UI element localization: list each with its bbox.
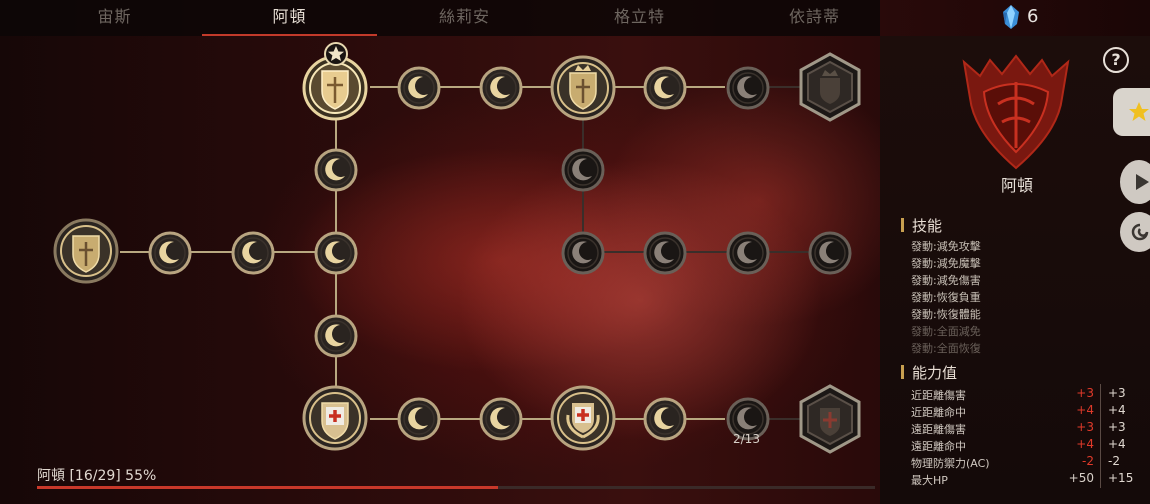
crescent-node-locked[interactable]	[561, 231, 605, 275]
stat-total: +4	[1108, 437, 1126, 451]
king-emblem-node[interactable]	[550, 55, 616, 121]
skill-item-locked: 發動:全面減免	[911, 325, 981, 338]
deity-name: 阿頓	[1000, 176, 1033, 195]
crowned-knight-icon	[550, 55, 616, 121]
skill-item: 發動:減免攻擊	[911, 240, 981, 253]
laurel-cross-icon	[550, 385, 616, 451]
crescent-moon-icon	[643, 397, 687, 441]
crescent-node-unlocked[interactable]	[314, 314, 358, 358]
favorite-star-badge	[324, 42, 348, 66]
skills-heading: 技能	[901, 215, 942, 236]
crescent-moon-icon	[808, 231, 852, 275]
stat-bonus: +50	[1068, 471, 1094, 485]
crescent-moon-icon	[643, 231, 687, 275]
root-shield-node[interactable]	[53, 218, 119, 284]
crescent-node-locked[interactable]	[643, 231, 687, 275]
aton-crest-emblem	[962, 54, 1070, 170]
crescent-moon-icon	[643, 66, 687, 110]
skill-item: 發動:恢復負重	[911, 291, 981, 304]
favorite-tab-button[interactable]	[1113, 88, 1150, 136]
stat-total: +3	[1108, 420, 1126, 434]
skill-item: 發動:減免傷害	[911, 274, 981, 287]
crescent-moon-icon	[314, 314, 358, 358]
locked-cross-icon	[799, 384, 861, 454]
stat-bonus: -2	[1082, 454, 1094, 468]
stat-total: +4	[1108, 403, 1126, 417]
stat-bonus: +3	[1076, 386, 1094, 400]
crescent-node-unlocked[interactable]	[314, 148, 358, 192]
stats-heading: 能力值	[901, 362, 957, 383]
crescent-node-unlocked[interactable]	[231, 231, 275, 275]
crescent-moon-icon	[397, 397, 441, 441]
star-icon	[328, 46, 344, 61]
crescent-moon-icon	[397, 66, 441, 110]
crescent-node-locked[interactable]	[808, 231, 852, 275]
play-icon	[1136, 174, 1149, 190]
crescent-node-locked[interactable]	[726, 231, 770, 275]
stat-total: +3	[1108, 386, 1126, 400]
stat-label: 近距離傷害	[911, 389, 966, 402]
stat-label: 遠距離傷害	[911, 423, 966, 436]
stat-bonus: +3	[1076, 420, 1094, 434]
locked-crown-icon	[799, 52, 861, 122]
progress-track	[37, 486, 875, 489]
stats-divider	[1100, 384, 1101, 488]
tab-ishti[interactable]: 依詩蒂	[727, 0, 902, 36]
crescent-moon-icon	[561, 148, 605, 192]
crescent-moon-icon	[479, 397, 523, 441]
crescent-moon-icon	[148, 231, 192, 275]
deity-tab-bar: 宙斯 阿頓 絲莉安 格立特 依詩蒂	[0, 0, 880, 36]
crescent-moon-icon	[314, 231, 358, 275]
crescent-node-unlocked[interactable]	[314, 231, 358, 275]
star-icon	[1129, 102, 1149, 121]
tab-gerit[interactable]: 格立特	[552, 0, 727, 36]
crescent-node-unlocked[interactable]	[397, 397, 441, 441]
stat-label: 最大HP	[911, 474, 948, 487]
crescent-node-unlocked[interactable]	[479, 397, 523, 441]
swirl-button[interactable]	[1120, 212, 1150, 252]
crescent-moon-icon	[726, 66, 770, 110]
tab-zeus[interactable]: 宙斯	[27, 0, 202, 36]
swirl-icon	[1131, 223, 1149, 241]
crescent-node-unlocked[interactable]	[643, 397, 687, 441]
blue-crystal-icon	[1003, 5, 1019, 29]
crescent-node-unlocked[interactable]	[643, 66, 687, 110]
crescent-moon-icon	[479, 66, 523, 110]
crescent-moon-icon	[231, 231, 275, 275]
stat-label: 物理防禦力(AC)	[911, 457, 990, 470]
crescent-moon-icon	[561, 231, 605, 275]
stat-label: 近距離命中	[911, 406, 966, 419]
skill-point-counter: 2/13	[733, 432, 760, 446]
crescent-node-unlocked[interactable]	[148, 231, 192, 275]
progress-fill	[37, 486, 498, 489]
skill-item: 發動:恢復體能	[911, 308, 981, 321]
stat-label: 遠距離命中	[911, 440, 966, 453]
crescent-node-locked[interactable]	[561, 148, 605, 192]
crescent-node-unlocked[interactable]	[479, 66, 523, 110]
stat-total: +15	[1108, 471, 1134, 485]
crescent-node-locked[interactable]	[726, 66, 770, 110]
crescent-moon-icon	[314, 148, 358, 192]
active-tab-indicator	[202, 34, 377, 36]
tab-sirian[interactable]: 絲莉安	[377, 0, 552, 36]
crescent-moon-icon	[726, 231, 770, 275]
medic-cross-icon	[302, 385, 368, 451]
stat-bonus: +4	[1076, 403, 1094, 417]
tab-aton[interactable]: 阿頓	[202, 0, 377, 36]
stat-total: -2	[1108, 454, 1120, 468]
crescent-node-unlocked[interactable]	[397, 66, 441, 110]
progress-label: 阿頓 [16/29] 55%	[37, 468, 157, 484]
locked-crown-hex-node[interactable]	[798, 52, 862, 122]
stat-bonus: +4	[1076, 437, 1094, 451]
crystal-count: 6	[1027, 6, 1039, 27]
help-button[interactable]: ?	[1103, 47, 1129, 73]
skill-item-locked: 發動:全面恢復	[911, 342, 981, 355]
warrior-shield-icon	[53, 218, 119, 284]
laurel-cross-node[interactable]	[550, 385, 616, 451]
skill-item: 發動:減免魔擊	[911, 257, 981, 270]
locked-cross-hex-node[interactable]	[798, 384, 862, 454]
tree-link-locked	[582, 251, 832, 253]
play-button[interactable]	[1120, 160, 1150, 204]
healer-shield-node[interactable]	[302, 385, 368, 451]
